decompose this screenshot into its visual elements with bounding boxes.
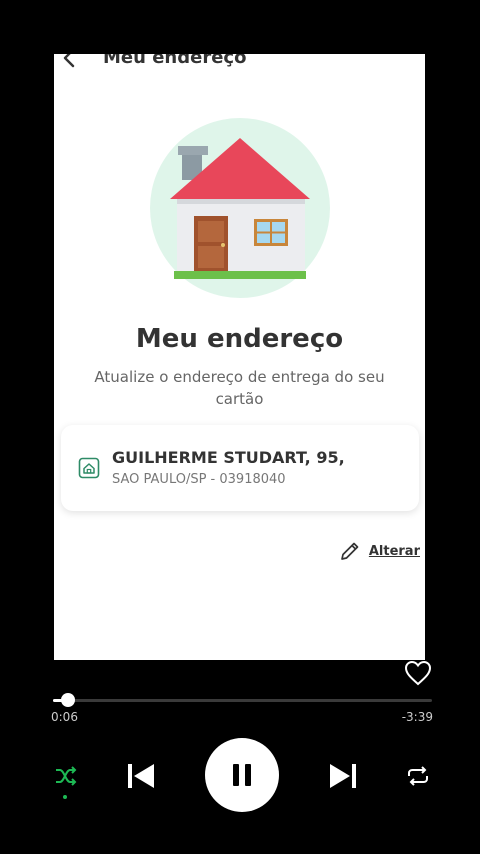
address-city-zip: SAO PAULO/SP - 03918040 [112,472,286,487]
time-elapsed: 0:06 [51,710,78,724]
pencil-icon [340,542,359,560]
main-title: Meu endereço [135,324,344,354]
shuffle-icon[interactable] [54,764,78,788]
time-remaining: -3:39 [401,710,433,724]
house-illustration [150,118,330,298]
address-street: GUILHERME STUDART, 95, [112,448,345,467]
edit-label[interactable]: Alterar [369,544,420,559]
media-player: 0:06 -3:39 [0,660,480,854]
next-icon[interactable] [326,759,360,793]
pause-icon [233,764,251,786]
heart-icon[interactable] [404,660,432,686]
shuffle-active-dot [63,795,67,799]
back-arrow-icon[interactable] [62,54,78,68]
subtitle: Atualize o endereço de entrega do seu ca… [94,368,385,408]
pause-button[interactable] [205,738,279,812]
home-icon [78,457,100,479]
previous-icon[interactable] [124,759,158,793]
edit-address-button[interactable]: Alterar [339,540,420,562]
progress-handle[interactable] [61,693,76,707]
nav-bar: Meu endereço [54,54,425,68]
app-screen: Meu endereço Meu endereço Atualize o end… [54,54,425,660]
repeat-icon[interactable] [405,764,431,788]
playback-controls [0,736,480,816]
page-title: Meu endereço [103,54,247,68]
address-card[interactable]: GUILHERME STUDART, 95, SAO PAULO/SP - 03… [61,425,419,511]
progress-slider[interactable] [53,693,432,707]
